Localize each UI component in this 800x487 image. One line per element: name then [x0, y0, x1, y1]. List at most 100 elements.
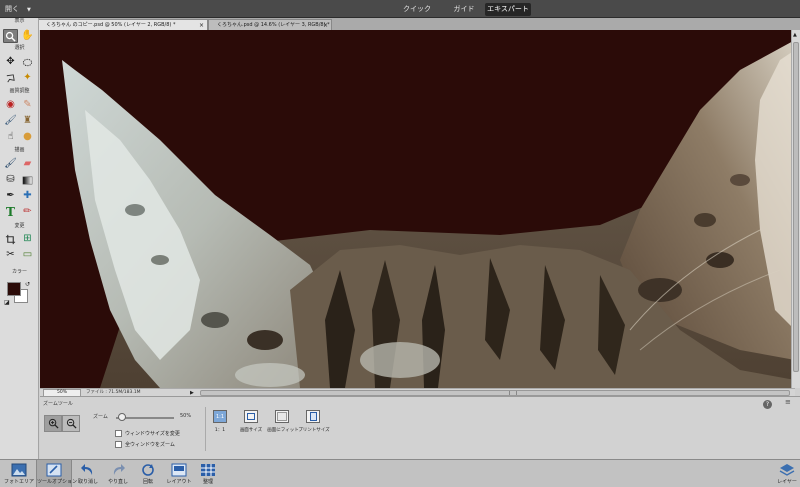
layers-button[interactable]: レイヤー [774, 460, 800, 487]
spot-healing-tool[interactable]: ✎ [20, 98, 35, 112]
resize-windows-checkbox[interactable] [115, 430, 122, 437]
app-window: 開く ▼ クイック ガイド エキスパート くろちゃん のコピー.psd @ 50%… [0, 0, 800, 487]
section-draw-label: 描画 [14, 147, 25, 153]
content-aware-move-tool[interactable]: ✂ [3, 248, 18, 262]
eraser-tool[interactable]: ▰ [20, 157, 35, 171]
photo-bin-label: フォトエリア [3, 479, 34, 485]
scissors-icon: ✂ [6, 249, 15, 260]
document-tab-1[interactable]: くろちゃん のコピー.psd @ 50% (レイヤー 2, RGB/8) * × [37, 19, 208, 30]
hand-tool[interactable]: ✋ [20, 29, 35, 43]
document-tab-2-label: くろちゃん.psd @ 14.6% (レイヤー 3, RGB/8) * [217, 22, 330, 28]
document-tab-1-label: くろちゃん のコピー.psd @ 50% (レイヤー 2, RGB/8) * [46, 22, 176, 28]
type-icon: T [6, 205, 15, 219]
tool-options-title: ズームツール [43, 401, 73, 407]
zoom-slider-knob[interactable] [117, 413, 126, 421]
finger-icon: ☝ [7, 131, 14, 142]
eraser-icon: ▰ [23, 158, 32, 169]
tool-options-button[interactable]: ツールオプション [36, 460, 77, 487]
zoom-tool[interactable] [3, 29, 18, 43]
recompose-icon: ⊞ [23, 233, 32, 244]
brush-tool[interactable]: 🖌 [3, 157, 18, 171]
print-size-label: プリントサイズ [298, 428, 330, 433]
gradient-icon [22, 176, 33, 184]
red-eye-tool[interactable]: ◉ [3, 98, 18, 112]
mode-guide-tab[interactable]: ガイド [448, 3, 480, 16]
undo-label: 取り消し [77, 479, 98, 485]
stamp-icon: ♜ [23, 115, 32, 126]
smart-brush-tool[interactable]: 🖌 [3, 114, 18, 128]
zoom-all-windows-checkbox[interactable] [115, 441, 122, 448]
recompose-tool[interactable]: ⊞ [20, 232, 35, 246]
lasso-icon [6, 73, 15, 82]
layout-button[interactable]: レイアウト [164, 460, 194, 487]
foreground-color-swatch[interactable] [7, 282, 21, 296]
layout-icon [171, 463, 187, 477]
eyedropper-tool[interactable]: ✒ [3, 189, 18, 203]
section-color-label: カラー [11, 269, 27, 275]
section-select-label: 選択 [14, 45, 25, 51]
tool-options-panel: ズームツール ? ≡ ズーム 50% ウィンドウサイズを変更 全ウィンドウをズー… [40, 396, 800, 459]
hand-icon: ✋ [21, 30, 34, 41]
straighten-tool[interactable]: ▭ [20, 248, 35, 262]
zoom-all-windows-label: 全ウィンドウをズーム [125, 442, 175, 448]
section-enhance-label: 画質調整 [9, 88, 30, 94]
gradient-tool[interactable] [20, 173, 35, 187]
fill-screen-button[interactable] [275, 410, 289, 423]
paint-bucket-icon: ⛁ [6, 174, 15, 185]
vertical-scroll-thumb[interactable] [793, 42, 799, 372]
help-icon[interactable]: ? [763, 400, 772, 409]
tools-panel: 表示 ✋ 選択 ✥ ✦ 画質調整 ◉ ✎ 🖌 ♜ ☝ ● 描画 🖌 ▰ ⛁ ✒ … [0, 18, 39, 459]
mode-quick-tab[interactable]: クイック [398, 3, 436, 16]
type-tool[interactable]: T [3, 205, 18, 219]
undo-button[interactable]: 取り消し [74, 460, 102, 487]
eyedropper-icon: ✒ [6, 190, 15, 201]
zoom-label: ズーム [93, 414, 108, 420]
document-tab-2[interactable]: くろちゃん.psd @ 14.6% (レイヤー 3, RGB/8) * × [208, 19, 332, 30]
lasso-tool[interactable] [3, 71, 18, 85]
section-modify-label: 変更 [14, 223, 25, 229]
elliptical-marquee-icon [22, 58, 33, 66]
horizontal-scroll-thumb[interactable] [509, 391, 517, 395]
paint-bucket-tool[interactable]: ⛁ [3, 173, 18, 187]
open-label: 開く [5, 5, 19, 13]
fit-screen-button[interactable] [244, 410, 258, 423]
redo-button[interactable]: やり直し [104, 460, 132, 487]
open-button[interactable]: 開く ▼ [5, 3, 41, 15]
organizer-button[interactable]: 整理 [196, 460, 220, 487]
clone-stamp-tool[interactable]: ♜ [20, 114, 35, 128]
shape-icon: ✚ [23, 190, 32, 201]
zoom-value: 50% [180, 413, 192, 419]
blur-tool[interactable]: ☝ [3, 130, 18, 144]
move-tool[interactable]: ✥ [3, 55, 18, 69]
vertical-scrollbar[interactable]: ▲ [791, 30, 800, 388]
top-bar: 開く ▼ クイック ガイド エキスパート [0, 0, 800, 18]
pencil-tool[interactable]: ✏ [20, 205, 35, 219]
actual-pixels-button[interactable]: 1:1 [213, 410, 227, 423]
swap-colors-icon[interactable]: ↺ [25, 281, 30, 288]
mode-expert-tab[interactable]: エキスパート [485, 3, 531, 16]
open-dropdown-icon[interactable]: ▼ [27, 7, 31, 13]
brush-icon: 🖌 [4, 158, 17, 169]
panel-menu-icon[interactable]: ≡ [785, 398, 791, 406]
sponge-tool[interactable]: ● [20, 130, 35, 144]
layers-icon [779, 464, 795, 476]
custom-shape-tool[interactable]: ✚ [20, 189, 35, 203]
undo-icon [81, 464, 93, 475]
crop-icon [5, 234, 16, 244]
organizer-icon [201, 464, 215, 476]
rotate-button[interactable]: 回転 [134, 460, 162, 487]
move-icon: ✥ [6, 56, 15, 67]
default-colors-icon[interactable]: ◪ [4, 299, 10, 306]
marquee-tool[interactable] [20, 55, 35, 69]
image-canvas[interactable] [40, 30, 795, 388]
print-size-button[interactable] [306, 410, 320, 423]
zoom-in-button[interactable] [44, 415, 62, 432]
resize-windows-label: ウィンドウサイズを変更 [125, 431, 180, 437]
crop-tool[interactable] [3, 232, 18, 246]
print-size-icon [309, 412, 317, 421]
magic-wand-tool[interactable]: ✦ [20, 71, 35, 85]
photo-bin-button[interactable]: フォトエリア [2, 460, 36, 487]
zoom-out-button[interactable] [62, 415, 80, 432]
eye-icon: ◉ [6, 99, 15, 110]
scroll-up-icon[interactable]: ▲ [793, 32, 797, 38]
